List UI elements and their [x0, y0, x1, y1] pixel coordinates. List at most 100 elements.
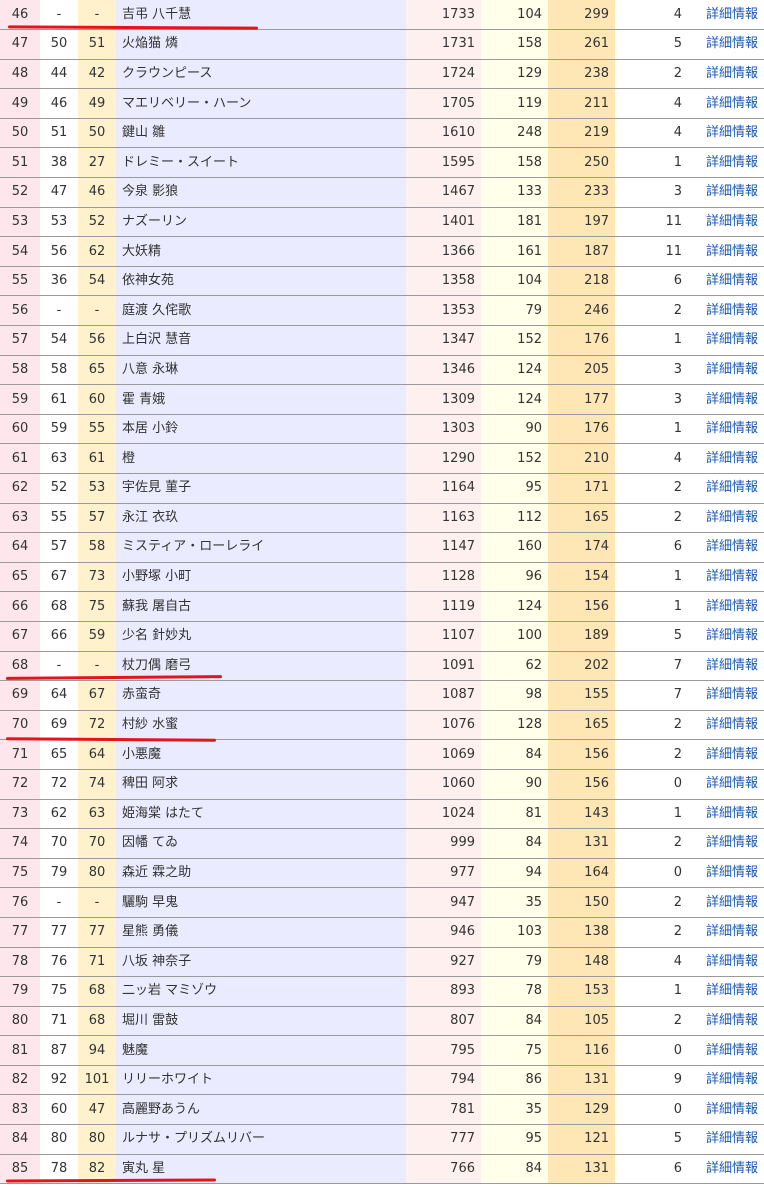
detail-cell: 詳細情報 [688, 414, 764, 445]
value-cell-4: 6 [615, 532, 688, 563]
value-cell-4: 7 [615, 680, 688, 711]
detail-link[interactable]: 詳細情報 [706, 244, 758, 259]
detail-link[interactable]: 詳細情報 [706, 421, 758, 436]
previous-rank-2-cell: 54 [78, 266, 116, 297]
detail-link[interactable]: 詳細情報 [706, 806, 758, 821]
character-name: 大妖精 [116, 236, 406, 267]
rank-cell: 59 [0, 384, 40, 415]
value-cell-4: 7 [615, 651, 688, 682]
value-cell-2: 248 [481, 118, 548, 149]
detail-link[interactable]: 詳細情報 [706, 214, 758, 229]
detail-link[interactable]: 詳細情報 [706, 1102, 758, 1117]
detail-link[interactable]: 詳細情報 [706, 66, 758, 81]
detail-link[interactable]: 詳細情報 [706, 835, 758, 850]
detail-link[interactable]: 詳細情報 [706, 362, 758, 377]
value-cell-3: 171 [548, 473, 615, 504]
detail-cell: 詳細情報 [688, 1094, 764, 1126]
previous-rank-2-cell: 74 [78, 769, 116, 800]
value-cell-4: 1 [615, 976, 688, 1007]
detail-link[interactable]: 詳細情報 [706, 717, 758, 732]
detail-link[interactable]: 詳細情報 [706, 865, 758, 880]
value-cell-4: 2 [615, 739, 688, 770]
detail-link[interactable]: 詳細情報 [706, 303, 758, 318]
character-name: 依神女苑 [116, 266, 406, 297]
total-points-cell: 947 [406, 887, 481, 918]
rank-cell: 67 [0, 621, 40, 652]
detail-link[interactable]: 詳細情報 [706, 954, 758, 969]
previous-rank-cell: 72 [40, 769, 78, 800]
value-cell-2: 104 [481, 266, 548, 297]
value-cell-2: 96 [481, 562, 548, 593]
character-name: 霍 青娥 [116, 384, 406, 415]
value-cell-4: 1 [615, 591, 688, 622]
detail-link[interactable]: 詳細情報 [706, 1131, 758, 1146]
value-cell-2: 84 [481, 828, 548, 859]
character-name: 赤蛮奇 [116, 680, 406, 711]
detail-link[interactable]: 詳細情報 [706, 1161, 758, 1176]
character-name: 永江 衣玖 [116, 503, 406, 534]
detail-link[interactable]: 詳細情報 [706, 539, 758, 554]
value-cell-3: 148 [548, 947, 615, 978]
detail-link[interactable]: 詳細情報 [706, 1013, 758, 1028]
detail-link[interactable]: 詳細情報 [706, 776, 758, 791]
rank-cell: 82 [0, 1065, 40, 1096]
previous-rank-2-cell: 61 [78, 443, 116, 474]
detail-link[interactable]: 詳細情報 [706, 36, 758, 51]
detail-cell: 詳細情報 [688, 503, 764, 534]
character-name: 火焔猫 燐 [116, 29, 406, 60]
previous-rank-2-cell: 101 [78, 1065, 116, 1096]
detail-link[interactable]: 詳細情報 [706, 184, 758, 199]
character-name: 姫海棠 はたて [116, 799, 406, 830]
detail-cell: 詳細情報 [688, 828, 764, 859]
rank-cell: 63 [0, 503, 40, 534]
detail-link[interactable]: 詳細情報 [706, 155, 758, 170]
value-cell-4: 0 [615, 1035, 688, 1066]
detail-link[interactable]: 詳細情報 [706, 392, 758, 407]
detail-cell: 詳細情報 [688, 680, 764, 711]
detail-link[interactable]: 詳細情報 [706, 599, 758, 614]
value-cell-4: 9 [615, 1065, 688, 1096]
detail-link[interactable]: 詳細情報 [706, 1072, 758, 1087]
detail-link[interactable]: 詳細情報 [706, 628, 758, 643]
detail-link[interactable]: 詳細情報 [706, 7, 758, 22]
detail-link[interactable]: 詳細情報 [706, 125, 758, 140]
value-cell-2: 62 [481, 651, 548, 682]
detail-link[interactable]: 詳細情報 [706, 658, 758, 673]
detail-cell: 詳細情報 [688, 473, 764, 504]
character-name: クラウンピース [116, 59, 406, 90]
previous-rank-cell: 77 [40, 917, 78, 948]
total-points-cell: 1128 [406, 562, 481, 593]
detail-link[interactable]: 詳細情報 [706, 451, 758, 466]
rank-cell: 48 [0, 59, 40, 90]
character-name: 魅魔 [116, 1035, 406, 1066]
detail-link[interactable]: 詳細情報 [706, 1043, 758, 1058]
detail-link[interactable]: 詳細情報 [706, 332, 758, 347]
value-cell-2: 161 [481, 236, 548, 267]
value-cell-3: 153 [548, 976, 615, 1007]
detail-link[interactable]: 詳細情報 [706, 895, 758, 910]
value-cell-4: 3 [615, 355, 688, 386]
value-cell-3: 218 [548, 266, 615, 297]
total-points-cell: 1733 [406, 0, 481, 31]
rank-cell: 78 [0, 947, 40, 978]
detail-link[interactable]: 詳細情報 [706, 96, 758, 111]
detail-link[interactable]: 詳細情報 [706, 983, 758, 998]
detail-cell: 詳細情報 [688, 887, 764, 918]
total-points-cell: 927 [406, 947, 481, 978]
previous-rank-2-cell: 56 [78, 325, 116, 356]
detail-link[interactable]: 詳細情報 [706, 273, 758, 288]
previous-rank-cell: 76 [40, 947, 78, 978]
previous-rank-cell: 61 [40, 384, 78, 415]
detail-link[interactable]: 詳細情報 [706, 510, 758, 525]
previous-rank-cell: 56 [40, 236, 78, 267]
total-points-cell: 807 [406, 1006, 481, 1037]
detail-link[interactable]: 詳細情報 [706, 480, 758, 495]
detail-link[interactable]: 詳細情報 [706, 569, 758, 584]
value-cell-2: 100 [481, 621, 548, 652]
table-row: 55 36 54 依神女苑 1358 104 218 6 詳細情報 [0, 266, 764, 297]
detail-link[interactable]: 詳細情報 [706, 924, 758, 939]
detail-link[interactable]: 詳細情報 [706, 747, 758, 762]
detail-cell: 詳細情報 [688, 355, 764, 386]
detail-link[interactable]: 詳細情報 [706, 687, 758, 702]
previous-rank-2-cell: 73 [78, 562, 116, 593]
